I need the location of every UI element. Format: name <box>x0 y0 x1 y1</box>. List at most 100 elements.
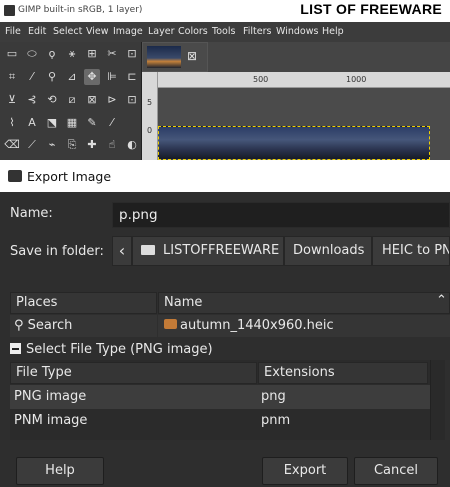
menu-edit[interactable]: Edit <box>28 26 46 37</box>
ellipse-select-icon[interactable]: ⬭ <box>24 46 40 62</box>
file-list-item[interactable]: autumn_1440x960.heic <box>158 315 450 337</box>
file-type-name: PNG image <box>14 389 87 404</box>
eyedropper-icon[interactable]: ⁄ <box>24 69 40 85</box>
ruler-tick: 500 <box>253 75 269 84</box>
brush-icon[interactable]: ⁄ <box>104 115 120 131</box>
file-type-row[interactable]: PNG image png <box>10 385 430 409</box>
cancel-button[interactable]: Cancel <box>354 457 438 485</box>
crumb-label: Downloads <box>293 243 365 258</box>
ink-icon[interactable]: ⌁ <box>44 137 60 153</box>
gradient-icon[interactable]: ▦ <box>64 115 80 131</box>
eraser-icon[interactable]: ⌫ <box>4 137 20 153</box>
foreground-select-icon[interactable]: ⊡ <box>124 46 140 62</box>
align-icon[interactable]: ⊫ <box>104 69 120 85</box>
help-button[interactable]: Help <box>16 457 104 485</box>
move-icon[interactable]: ✥ <box>84 69 100 85</box>
rect-select-icon[interactable]: ▭ <box>4 46 20 62</box>
gimp-title-text: GIMP built-in sRGB, 1 layer) <box>18 5 143 15</box>
select-file-type-expander[interactable]: Select File Type (PNG image) <box>10 342 213 357</box>
ruler-tick: 0 <box>147 126 153 135</box>
path-back-button[interactable]: ‹ <box>112 236 132 266</box>
search-icon: ⚲ <box>14 318 24 333</box>
smudge-icon[interactable]: ☝ <box>104 137 120 153</box>
export-dialog: Export Image Name: p.png Save in folder:… <box>0 160 450 487</box>
clone-icon[interactable]: ⎘ <box>64 137 80 153</box>
horizontal-ruler: 500 1000 <box>158 72 450 88</box>
file-type-name: PNM image <box>14 413 88 428</box>
path-crumb-heic-to-png[interactable]: HEIC to PN <box>372 236 450 266</box>
collapse-icon <box>10 343 21 354</box>
save-in-folder-label: Save in folder: <box>10 244 104 259</box>
places-search-label: Search <box>27 318 73 333</box>
warp-icon[interactable]: ⊻ <box>4 92 20 108</box>
crop-icon[interactable]: ⌗ <box>4 69 20 85</box>
wand-icon[interactable]: ⚹ <box>64 46 80 62</box>
select-file-type-label: Select File Type (PNG image) <box>26 342 213 357</box>
toolbox: ▭ ⬭ ϙ ⚹ ⊞ ✂ ⊡ ⌗ ⁄ ⚲ ⊿ ✥ ⊫ ⊏ ⊻ ⊰ ⟲ ⧄ ⊠ ⊳ … <box>0 42 142 160</box>
dialog-titlebar: Export Image <box>0 160 450 192</box>
close-icon[interactable]: ⊠ <box>187 49 197 63</box>
gimp-titlebar: GIMP built-in sRGB, 1 layer) LIST OF FRE… <box>0 0 450 22</box>
image-file-icon <box>164 319 177 329</box>
file-type-scrollbar[interactable] <box>430 360 445 440</box>
dialog-title: Export Image <box>27 169 112 184</box>
image-canvas[interactable] <box>158 126 430 160</box>
lasso-icon[interactable]: ϙ <box>44 46 60 62</box>
sort-ascending-icon[interactable]: ⌃ <box>436 293 447 308</box>
menu-select[interactable]: Select <box>53 26 82 37</box>
zoom-icon[interactable]: ⚲ <box>44 69 60 85</box>
image-tab[interactable]: ⊠ <box>142 42 208 72</box>
crumb-label: HEIC to PN <box>382 243 450 258</box>
menu-file[interactable]: File <box>5 26 21 37</box>
file-type-row[interactable]: PNM image pnm <box>10 409 430 433</box>
menu-view[interactable]: View <box>86 26 109 37</box>
unified-transform-icon[interactable]: ⊡ <box>124 92 140 108</box>
extensions-column-header[interactable]: Extensions <box>258 362 428 384</box>
menu-windows[interactable]: Windows <box>276 26 318 37</box>
name-column-header[interactable]: Name <box>158 292 450 314</box>
name-input[interactable]: p.png <box>112 202 450 228</box>
pencil-icon[interactable]: ✎ <box>84 115 100 131</box>
airbrush-icon[interactable]: ⟋ <box>24 137 40 153</box>
heal-icon[interactable]: ✚ <box>84 137 100 153</box>
menu-help[interactable]: Help <box>322 26 344 37</box>
menu-layer[interactable]: Layer <box>148 26 175 37</box>
menu-tools[interactable]: Tools <box>212 26 235 37</box>
gimp-window: GIMP built-in sRGB, 1 layer) LIST OF FRE… <box>0 0 450 160</box>
fuzzy-select-icon[interactable]: ⊞ <box>84 46 100 62</box>
gimp-menubar: File Edit Select View Image Layer Colors… <box>0 22 450 42</box>
cage-icon[interactable]: ⊰ <box>24 92 40 108</box>
chevron-left-icon: ‹ <box>118 241 126 260</box>
scissors-icon[interactable]: ✂ <box>104 46 120 62</box>
gimp-app-icon <box>4 5 15 16</box>
vertical-ruler: 0 5 <box>142 72 158 160</box>
perspective-icon[interactable]: ⊳ <box>104 92 120 108</box>
file-name: autumn_1440x960.heic <box>180 318 334 333</box>
file-type-column-header[interactable]: File Type <box>10 362 257 384</box>
ruler-tick: 5 <box>147 98 153 107</box>
name-label: Name: <box>10 206 53 221</box>
places-column-header[interactable]: Places <box>10 292 157 314</box>
path-crumb-downloads[interactable]: Downloads <box>284 236 372 266</box>
transform-icon[interactable]: ⊏ <box>124 69 140 85</box>
measure-icon[interactable]: ⊿ <box>64 69 80 85</box>
menu-colors[interactable]: Colors <box>178 26 208 37</box>
rotate-icon[interactable]: ⟲ <box>44 92 60 108</box>
places-search-item[interactable]: ⚲ Search <box>10 315 157 337</box>
path-crumb-listoffreeware[interactable]: LISTOFFREEWARE <box>132 236 284 266</box>
crumb-label: LISTOFFREEWARE <box>163 243 280 258</box>
bucket-icon[interactable]: ⬔ <box>44 115 60 131</box>
brand-watermark: LIST OF FREEWARE <box>300 1 442 17</box>
dodge-icon[interactable]: ◐ <box>124 137 140 153</box>
export-button[interactable]: Export <box>262 457 348 485</box>
text-icon[interactable]: A <box>24 115 40 131</box>
paths-icon[interactable]: ⌇ <box>4 115 20 131</box>
file-type-ext: pnm <box>261 413 291 428</box>
flip-icon[interactable]: ⊠ <box>84 92 100 108</box>
file-type-ext: png <box>261 389 286 404</box>
shear-icon[interactable]: ⧄ <box>64 92 80 108</box>
menu-filters[interactable]: Filters <box>243 26 271 37</box>
menu-image[interactable]: Image <box>113 26 143 37</box>
image-thumbnail <box>147 46 181 68</box>
folder-icon <box>141 245 155 255</box>
